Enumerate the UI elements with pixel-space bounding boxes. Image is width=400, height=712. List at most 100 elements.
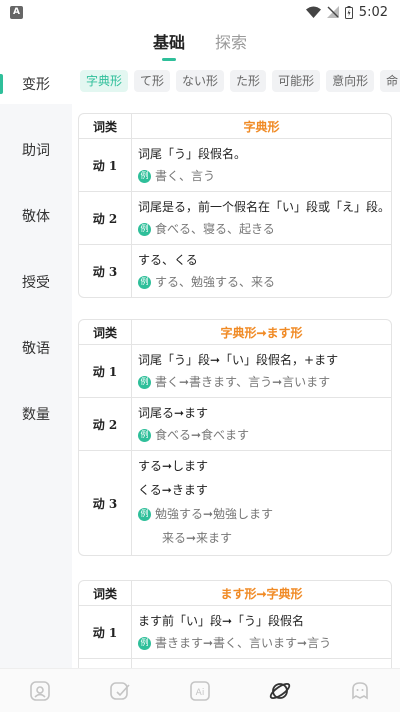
photo-icon: [30, 680, 50, 701]
table-row: 动 3 する、くる 例する、勉強する、来る: [79, 244, 391, 297]
status-bar: A 5:02: [0, 0, 400, 24]
subtab-imperative-form[interactable]: 命: [380, 70, 400, 92]
rule-text: ます前「い」段➞「う」段假名: [138, 614, 305, 628]
example-icon: 例: [138, 375, 151, 389]
tab-basics[interactable]: 基础: [153, 29, 185, 61]
rule-text: する、くる: [138, 253, 198, 267]
row-word-class: 动 1: [79, 606, 132, 658]
header-word-class: 词类: [79, 320, 132, 344]
row-word-class: 动 2: [79, 398, 132, 450]
signal-icon: [326, 6, 339, 18]
table-row: 动 2 词尾是る，前一个假名在「い」段或「え」段。 例食べる、寝る、起きる: [79, 191, 391, 244]
notification-icon: A: [10, 5, 23, 19]
ai-icon: Ai: [190, 680, 210, 701]
ai-icon-label: Ai: [196, 688, 205, 698]
example-text-2: 来る➞来ます: [162, 531, 233, 545]
nav-edit[interactable]: [100, 671, 140, 711]
header-title: 字典形➞ます形: [220, 325, 303, 340]
example-text: する、勉強する、来る: [155, 275, 276, 289]
conjugation-table: 词类 字典形➞ます形 动 1 词尾「う」段➞「い」段假名，+ます 例書く➞書きま…: [78, 319, 392, 556]
row-content: する➞します くる➞きます 例勉強する➞勉強します 来る➞来ます: [132, 451, 391, 555]
row-content: する、くる 例する、勉強する、来る: [132, 245, 391, 297]
header-word-class: 词类: [79, 581, 132, 605]
sidebar-item-quantity[interactable]: 数量: [0, 394, 72, 434]
nav-ai[interactable]: Ai: [180, 671, 220, 711]
subtab-potential-form[interactable]: 可能形: [272, 70, 321, 92]
nav-explore[interactable]: [260, 671, 300, 711]
row-content: 词尾是る，前一个假名在「い」段或「え」段。 例食べる、寝る、起きる: [132, 192, 391, 244]
sidebar-item-honorifics[interactable]: 敬语: [0, 328, 72, 368]
conjugation-table: 词类 ます形➞字典形 动 1 ます前「い」段➞「う」段假名 例書きます➞書く、言…: [78, 580, 392, 668]
subtab-volitional-form[interactable]: 意向形: [326, 70, 375, 92]
row-word-class: 动 3: [79, 245, 132, 297]
example-icon: 例: [138, 507, 151, 521]
example-line: 例する、勉強する、来る: [138, 271, 391, 293]
sub-tabs: 字典形 て形 ない形 た形 可能形 意向形 命: [80, 70, 400, 94]
example-text: 食べる、寝る、起きる: [155, 222, 275, 236]
rule-text-2: くる➞きます: [138, 483, 208, 497]
example-text: 書く、言う: [155, 169, 216, 183]
example-icon: 例: [138, 275, 151, 289]
example-icon: 例: [138, 428, 151, 442]
rule-text: 词尾る➞ます: [138, 406, 209, 420]
header-title: ます形➞字典形: [220, 586, 303, 601]
rule-text: する➞します: [138, 459, 209, 473]
row-content: 词尾「う」段假名。 例書く、言う: [132, 139, 391, 191]
row-word-class: 动 2: [79, 659, 132, 668]
wifi-icon: [305, 6, 321, 18]
row-word-class: 动 1: [79, 139, 132, 191]
header-title: 字典形: [243, 119, 280, 134]
header-word-class: 词类: [79, 114, 132, 138]
example-text: 勉強する➞勉強します: [155, 507, 274, 521]
example-line: 例書きます➞書く、言います➞言う: [138, 632, 391, 654]
example-icon: 例: [138, 636, 151, 650]
subtab-ta-form[interactable]: た形: [230, 70, 267, 92]
example-line: 例勉強する➞勉強します: [138, 502, 391, 526]
example-text: 書く➞書きます、言う➞言います: [155, 375, 331, 389]
rule-text: 词尾「う」段假名。: [138, 147, 247, 161]
example-line: 例食べる、寝る、起きる: [138, 218, 391, 240]
subtab-te-form[interactable]: て形: [134, 70, 171, 92]
table-header: 词类 字典形: [79, 114, 391, 138]
sidebar: 变形 助词 敬体 授受 敬语 数量: [0, 64, 72, 668]
sidebar-item-particles[interactable]: 助词: [0, 130, 72, 170]
row-word-class: 动 2: [79, 192, 132, 244]
row-word-class: 动 3: [79, 451, 132, 555]
planet-icon: [269, 682, 291, 699]
status-right: 5:02: [305, 4, 388, 20]
row-content: [132, 659, 391, 668]
subtab-dictionary-form[interactable]: 字典形: [80, 70, 129, 92]
conjugation-table: 词类 字典形 动 1 词尾「う」段假名。 例書く、言う 动 2 词尾是る，前一个…: [78, 113, 392, 298]
example-line: 例書く➞書きます、言う➞言います: [138, 371, 391, 393]
table-row: 动 1 ます前「い」段➞「う」段假名 例書きます➞書く、言います➞言う: [79, 605, 391, 658]
subtab-nai-form[interactable]: ない形: [176, 70, 225, 92]
nav-profile[interactable]: [340, 671, 380, 711]
table-row: 动 1 词尾「う」段假名。 例書く、言う: [79, 138, 391, 191]
table-row: 动 2: [79, 658, 391, 668]
status-time: 5:02: [358, 4, 388, 20]
example-line: 例食べる➞食べます: [138, 424, 391, 446]
example-icon: 例: [138, 222, 151, 236]
table-row: 动 3 する➞します くる➞きます 例勉強する➞勉強します 来る➞来ます: [79, 450, 391, 555]
bottom-nav: Ai: [0, 668, 400, 712]
example-text: 書きます➞書く、言います➞言う: [155, 636, 332, 650]
nav-photo[interactable]: [20, 671, 60, 711]
table-header: 词类 ます形➞字典形: [79, 581, 391, 605]
status-left: A: [10, 5, 23, 19]
face-icon: [352, 681, 368, 699]
example-line: 例書く、言う: [138, 165, 391, 187]
row-content: 词尾「う」段➞「い」段假名，+ます 例書く➞書きます、言う➞言います: [132, 345, 391, 397]
tab-explore[interactable]: 探索: [215, 29, 247, 59]
example-icon: 例: [138, 169, 151, 183]
table-header: 词类 字典形➞ます形: [79, 320, 391, 344]
content-area[interactable]: 词类 字典形 动 1 词尾「う」段假名。 例書く、言う 动 2 词尾是る，前一个…: [72, 100, 400, 668]
table-row: 动 1 词尾「う」段➞「い」段假名，+ます 例書く➞書きます、言う➞言います: [79, 344, 391, 397]
rule-text: 词尾是る，前一个假名在「い」段或「え」段。: [138, 200, 391, 214]
row-word-class: 动 1: [79, 345, 132, 397]
example-text: 食べる➞食べます: [155, 428, 250, 442]
sidebar-item-conjugation[interactable]: 变形: [0, 64, 72, 104]
sidebar-item-giving-receiving[interactable]: 授受: [0, 262, 72, 302]
sidebar-item-polite-form[interactable]: 敬体: [0, 196, 72, 236]
edit-icon: [110, 681, 130, 700]
table-row: 动 2 词尾る➞ます 例食べる➞食べます: [79, 397, 391, 450]
